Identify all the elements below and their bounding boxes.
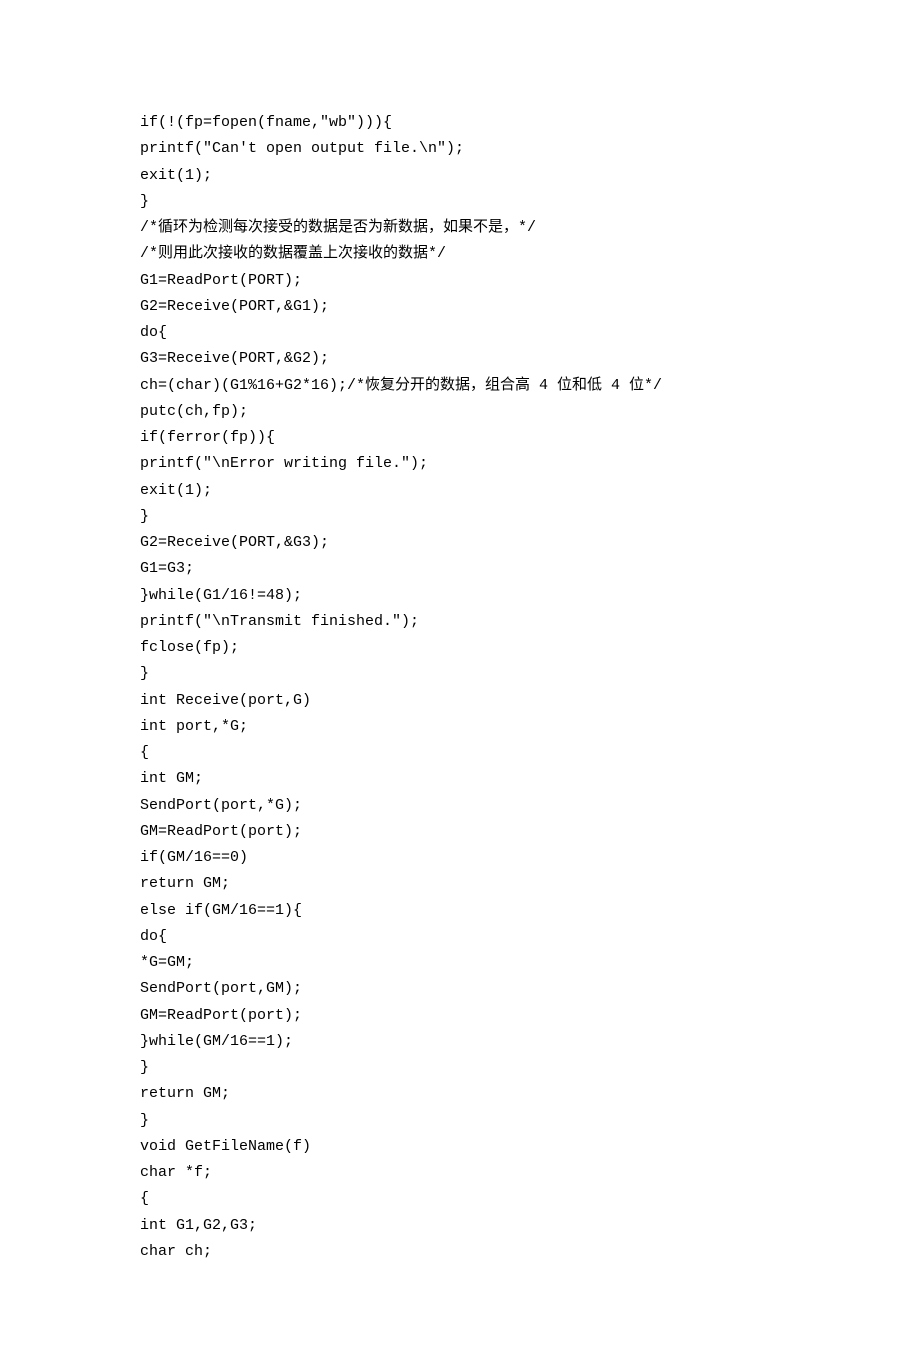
code-line: ch=(char)(G1%16+G2*16);/*恢复分开的数据，组合高 4 位… <box>140 373 780 399</box>
code-line: exit(1); <box>140 163 780 189</box>
code-line: /*则用此次接收的数据覆盖上次接收的数据*/ <box>140 241 780 267</box>
code-line: *G=GM; <box>140 950 780 976</box>
code-line: int G1,G2,G3; <box>140 1213 780 1239</box>
code-line: return GM; <box>140 871 780 897</box>
code-line: printf("Can't open output file.\n"); <box>140 136 780 162</box>
code-line: SendPort(port,*G); <box>140 793 780 819</box>
code-line: if(ferror(fp)){ <box>140 425 780 451</box>
code-line: SendPort(port,GM); <box>140 976 780 1002</box>
code-line: else if(GM/16==1){ <box>140 898 780 924</box>
code-line: } <box>140 661 780 687</box>
code-line: GM=ReadPort(port); <box>140 1003 780 1029</box>
code-line: do{ <box>140 924 780 950</box>
code-line: int port,*G; <box>140 714 780 740</box>
code-line: return GM; <box>140 1081 780 1107</box>
code-line: if(!(fp=fopen(fname,"wb"))){ <box>140 110 780 136</box>
code-line: char *f; <box>140 1160 780 1186</box>
code-line: do{ <box>140 320 780 346</box>
code-line: G3=Receive(PORT,&G2); <box>140 346 780 372</box>
code-line: if(GM/16==0) <box>140 845 780 871</box>
code-line: G2=Receive(PORT,&G1); <box>140 294 780 320</box>
code-line: { <box>140 1186 780 1212</box>
code-line: printf("\nTransmit finished."); <box>140 609 780 635</box>
code-line: putc(ch,fp); <box>140 399 780 425</box>
code-line: void GetFileName(f) <box>140 1134 780 1160</box>
code-line: } <box>140 1108 780 1134</box>
code-line: int GM; <box>140 766 780 792</box>
code-line: G1=G3; <box>140 556 780 582</box>
code-line: fclose(fp); <box>140 635 780 661</box>
code-line: } <box>140 504 780 530</box>
code-line: G1=ReadPort(PORT); <box>140 268 780 294</box>
code-line: /*循环为检测每次接受的数据是否为新数据，如果不是，*/ <box>140 215 780 241</box>
code-line: }while(GM/16==1); <box>140 1029 780 1055</box>
code-line: } <box>140 1055 780 1081</box>
code-line: char ch; <box>140 1239 780 1265</box>
code-line: int Receive(port,G) <box>140 688 780 714</box>
code-line: printf("\nError writing file."); <box>140 451 780 477</box>
code-line: GM=ReadPort(port); <box>140 819 780 845</box>
code-line: } <box>140 189 780 215</box>
code-line: G2=Receive(PORT,&G3); <box>140 530 780 556</box>
code-line: }while(G1/16!=48); <box>140 583 780 609</box>
code-line: { <box>140 740 780 766</box>
code-line: exit(1); <box>140 478 780 504</box>
code-page: if(!(fp=fopen(fname,"wb"))){printf("Can'… <box>0 0 920 1345</box>
